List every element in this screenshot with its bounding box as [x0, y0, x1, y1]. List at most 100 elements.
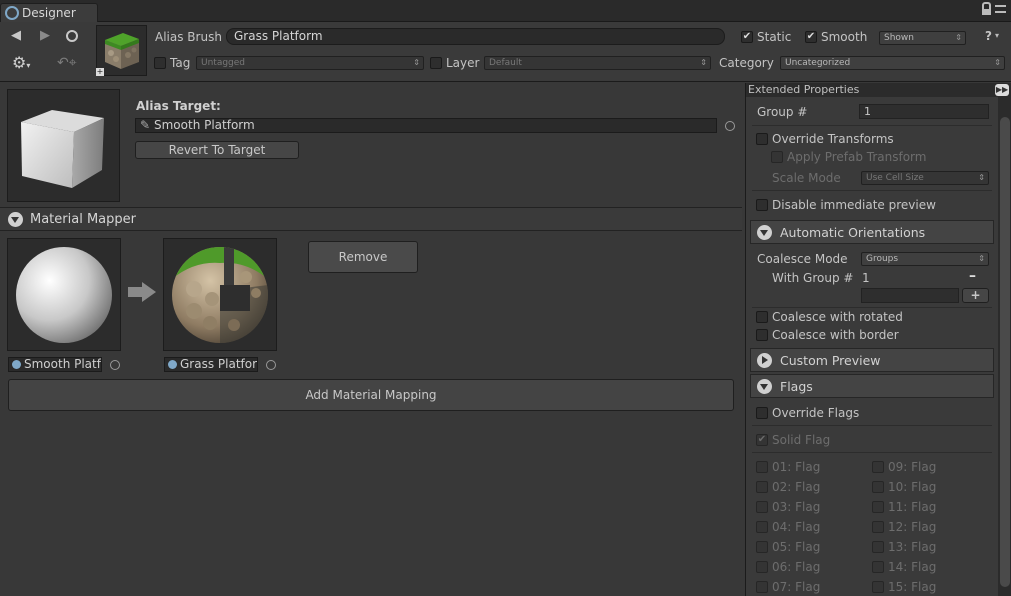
category-dropdown[interactable]: Uncategorized ⇕ — [780, 56, 1005, 70]
tab-designer[interactable]: Designer — [0, 3, 98, 22]
alias-target-picker-icon[interactable] — [725, 121, 735, 131]
coalesce-mode-label: Coalesce Mode — [757, 252, 848, 266]
locate-icon[interactable] — [66, 30, 78, 42]
layer-dropdown[interactable]: Default ⇕ — [484, 56, 711, 70]
coalesce-border-checkbox[interactable] — [756, 329, 768, 341]
coalesce-rotated-label: Coalesce with rotated — [772, 310, 903, 324]
automatic-orientations-header[interactable]: Automatic Orientations — [750, 220, 994, 244]
flag-checkbox[interactable] — [756, 581, 768, 593]
scale-mode-dropdown[interactable]: Use Cell Size ⇕ — [861, 171, 989, 185]
flag-checkbox[interactable] — [756, 461, 768, 473]
override-transforms-checkbox[interactable] — [756, 133, 768, 145]
alias-target-preview — [7, 89, 120, 202]
disable-preview-checkbox[interactable] — [756, 199, 768, 211]
revert-to-target-button[interactable]: Revert To Target — [135, 141, 299, 159]
coalesce-mode-dropdown[interactable]: Groups ⇕ — [861, 252, 989, 266]
scrollbar[interactable] — [998, 97, 1011, 596]
layer-value: Default — [489, 58, 522, 68]
override-transforms-label: Override Transforms — [772, 132, 894, 146]
flag-label: 02: Flag — [772, 480, 821, 494]
material-icon — [12, 360, 21, 369]
scrollbar-thumb[interactable] — [1000, 117, 1010, 587]
add-material-mapping-button[interactable]: Add Material Mapping — [8, 379, 734, 411]
target-material-field[interactable]: Grass Platform — [164, 357, 258, 372]
help-icon[interactable]: ? — [985, 29, 992, 43]
divider — [752, 452, 992, 453]
divider — [752, 425, 992, 426]
visibility-value: Shown — [884, 33, 914, 43]
target-material-picker-icon[interactable] — [266, 360, 276, 370]
flag-label: 10: Flag — [888, 480, 937, 494]
tab-menu-icon[interactable] — [995, 5, 1006, 13]
with-group-value: 1 — [862, 271, 870, 285]
smooth-label: Smooth — [821, 30, 868, 44]
brush-object-icon: ✎ — [140, 118, 151, 132]
flag-checkbox[interactable] — [872, 501, 884, 513]
visibility-dropdown[interactable]: Shown ⇕ — [879, 31, 966, 45]
flag-checkbox[interactable] — [756, 501, 768, 513]
flag-checkbox[interactable] — [872, 541, 884, 553]
forward-arrow-icon[interactable]: ▶ — [34, 27, 56, 45]
static-checkbox[interactable]: ✔ — [741, 31, 753, 43]
flag-checkbox[interactable] — [756, 561, 768, 573]
flag-label: 03: Flag — [772, 500, 821, 514]
tag-dropdown[interactable]: Untagged ⇕ — [196, 56, 424, 70]
scale-mode-value: Use Cell Size — [866, 173, 924, 183]
remove-group-button[interactable]: – — [969, 268, 976, 284]
tag-checkbox[interactable] — [154, 57, 166, 69]
apply-prefab-checkbox[interactable] — [771, 151, 783, 163]
automatic-orientations-title: Automatic Orientations — [780, 224, 926, 240]
solid-flag-label: Solid Flag — [772, 433, 831, 447]
new-group-field[interactable] — [861, 288, 959, 303]
remove-mapping-button[interactable]: Remove — [308, 241, 418, 273]
flag-label: 06: Flag — [772, 560, 821, 574]
category-value: Uncategorized — [785, 58, 851, 68]
expand-icon — [757, 352, 772, 368]
tab-title: Designer — [22, 6, 76, 20]
disable-preview-label: Disable immediate preview — [772, 198, 936, 212]
expand-icon[interactable]: ▶▶ — [995, 84, 1009, 96]
gear-icon[interactable]: ⚙▾ — [12, 55, 30, 74]
add-group-button[interactable]: + — [962, 288, 989, 303]
flags-header[interactable]: Flags — [750, 374, 994, 398]
tab-strip: Designer — [0, 0, 1011, 22]
flag-checkbox[interactable] — [872, 461, 884, 473]
scale-mode-label: Scale Mode — [772, 171, 841, 185]
source-material-preview — [7, 238, 121, 351]
custom-preview-header[interactable]: Custom Preview — [750, 348, 994, 372]
smooth-checkbox[interactable]: ✔ — [805, 31, 817, 43]
brush-name-field[interactable]: Grass Platform — [226, 28, 725, 45]
static-label: Static — [757, 30, 792, 44]
override-flags-checkbox[interactable] — [756, 407, 768, 419]
coalesce-border-label: Coalesce with border — [772, 328, 899, 342]
flag-label: 12: Flag — [888, 520, 937, 534]
alias-brush-label: Alias Brush — [155, 30, 222, 44]
flag-checkbox[interactable] — [872, 481, 884, 493]
flag-checkbox[interactable] — [872, 561, 884, 573]
material-mapper-title: Material Mapper — [30, 211, 136, 227]
divider — [752, 125, 992, 126]
source-material-field[interactable]: Smooth Platfo — [8, 357, 102, 372]
extended-properties-header: Extended Properties — [746, 83, 1011, 97]
flags-title: Flags — [780, 378, 813, 394]
group-field[interactable]: 1 — [859, 104, 989, 119]
alias-target-field[interactable]: ✎ Smooth Platform — [135, 118, 717, 133]
apply-prefab-label: Apply Prefab Transform — [787, 150, 927, 164]
material-mapper-header[interactable]: Material Mapper — [0, 207, 742, 231]
flag-checkbox[interactable] — [872, 581, 884, 593]
divider — [752, 307, 992, 308]
add-icon[interactable]: + — [96, 68, 104, 76]
back-arrow-icon[interactable]: ◀ — [5, 27, 27, 45]
flag-checkbox[interactable] — [756, 541, 768, 553]
flag-checkbox[interactable] — [756, 481, 768, 493]
flag-label: 15: Flag — [888, 580, 937, 594]
flag-checkbox[interactable] — [872, 521, 884, 533]
goto-target-icon[interactable]: ↶⌖ — [57, 56, 77, 70]
coalesce-rotated-checkbox[interactable] — [756, 311, 768, 323]
with-group-label: With Group # — [772, 271, 854, 285]
source-material-picker-icon[interactable] — [110, 360, 120, 370]
layer-checkbox[interactable] — [430, 57, 442, 69]
custom-preview-title: Custom Preview — [780, 352, 881, 368]
solid-flag-checkbox[interactable]: ✔ — [756, 434, 768, 446]
flag-checkbox[interactable] — [756, 521, 768, 533]
